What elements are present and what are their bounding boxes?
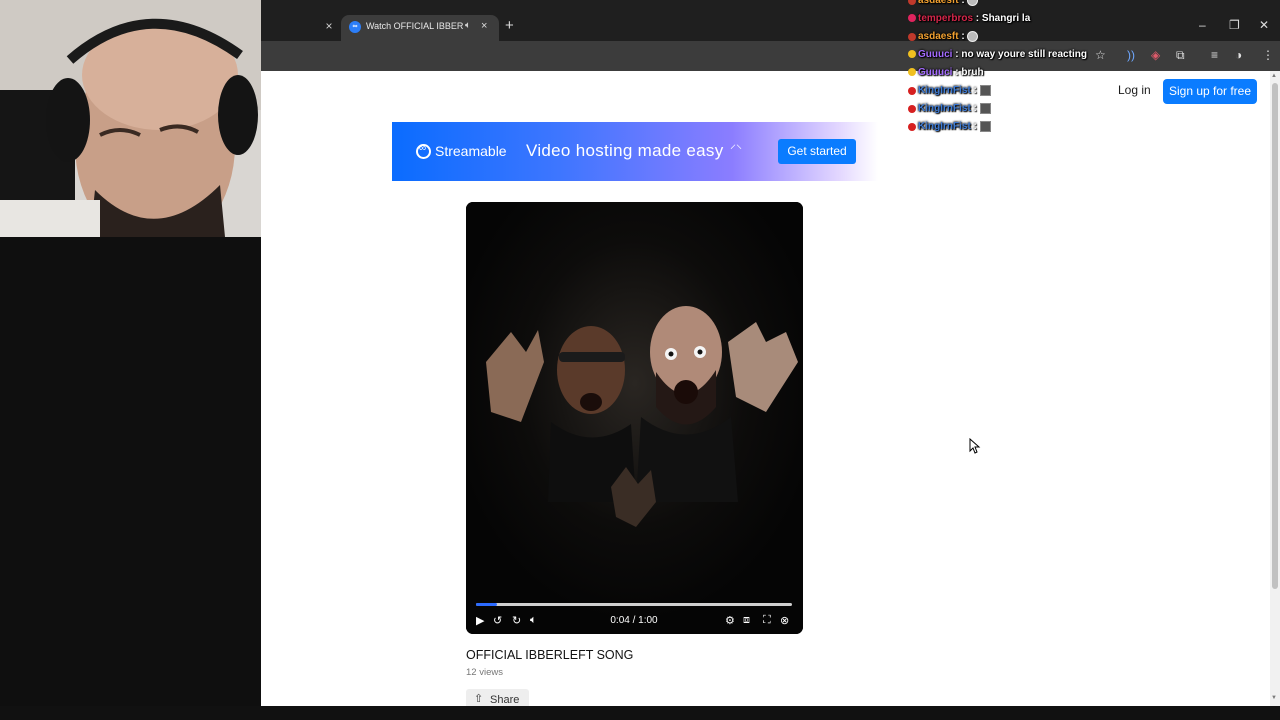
chat-separator: : xyxy=(970,103,980,115)
rewind-icon[interactable]: ↺ xyxy=(493,614,502,627)
scroll-up-icon[interactable]: ▲ xyxy=(1271,73,1277,79)
signup-button[interactable]: Sign up for free xyxy=(1163,79,1257,104)
chat-overlay: asdaesft : temperbros : Shangri la asdaes… xyxy=(908,0,1148,139)
streamable-watermark-icon[interactable]: ⊗ xyxy=(780,614,789,627)
chat-message: KingIrnFist : xyxy=(908,121,1148,139)
streamable-logo-icon xyxy=(416,143,431,159)
chat-username[interactable]: KingIrnFist xyxy=(918,103,971,114)
chat-separator: : xyxy=(958,31,968,43)
tab-title: Watch OFFICIAL IBBERLEFT xyxy=(366,21,464,31)
chat-emote-icon xyxy=(967,31,979,42)
chat-text: bruh xyxy=(961,67,984,78)
chat-badge-icon xyxy=(908,14,916,23)
scrollbar-thumb[interactable] xyxy=(1272,83,1278,589)
video-title: OFFICIAL IBBERLEFT SONG xyxy=(466,648,634,662)
chat-separator: : xyxy=(973,13,982,24)
chat-text: no way youre still reacting xyxy=(961,49,1087,60)
view-count: 12 views xyxy=(466,667,503,678)
forward-icon[interactable]: ↻ xyxy=(512,614,521,627)
chat-badge-icon xyxy=(908,32,916,41)
chat-separator: : xyxy=(970,121,980,133)
chat-message: Guuuci : bruh xyxy=(908,67,1148,85)
video-time: 0:04 / 1:00 xyxy=(610,615,658,626)
play-icon[interactable]: ▶ xyxy=(476,614,484,627)
video-player[interactable]: ▶ ↺ ↻ 🔈︎ 0:04 / 1:00 ⚙ ⧈ ⛶ ⊗ xyxy=(466,202,803,634)
chat-badge-icon xyxy=(908,104,916,113)
chat-emote-icon xyxy=(979,121,991,132)
extension-shield-icon[interactable]: ◈ xyxy=(1151,48,1160,62)
settings-gear-icon[interactable]: ⚙ xyxy=(725,614,735,627)
restore-button[interactable]: ❐ xyxy=(1229,18,1240,32)
chat-emote-icon xyxy=(979,103,991,114)
chat-username[interactable]: asdaesft xyxy=(918,0,959,6)
taskbar-strip xyxy=(0,706,1280,720)
chat-message: Guuuci : no way youre still reacting xyxy=(908,49,1148,67)
get-started-button[interactable]: Get started xyxy=(778,139,856,164)
streamable-ad-banner[interactable]: Streamable Video hosting made easy ⸝⸜ Ge… xyxy=(392,122,878,181)
close-window-button[interactable]: ✕ xyxy=(1259,18,1269,32)
tab-close-icon[interactable]: × xyxy=(481,20,487,32)
chat-username[interactable]: asdaesft xyxy=(918,31,959,42)
tab-audio-icon[interactable]: 🔈︎ xyxy=(465,20,471,31)
profile-avatar-icon[interactable]: ◑ xyxy=(1235,48,1242,62)
webcam-feed xyxy=(0,0,261,237)
share-button[interactable]: ⇧ Share xyxy=(466,689,529,706)
fullscreen-icon[interactable]: ⛶ xyxy=(763,614,771,627)
chat-username[interactable]: Guuuci xyxy=(918,67,952,78)
sparkle-icon: ⸝⸜ xyxy=(730,137,743,151)
page-scrollbar[interactable]: ▲ ▼ xyxy=(1270,71,1280,706)
video-progress-fill xyxy=(476,603,498,606)
video-frame xyxy=(466,202,803,634)
chat-emote-icon xyxy=(967,0,979,6)
share-label: Share xyxy=(490,694,520,706)
video-progress-bar[interactable] xyxy=(476,603,792,606)
chat-username[interactable]: temperbros xyxy=(918,13,973,24)
streamable-page: Log in Sign up for free Streamable Video… xyxy=(261,71,1270,706)
volume-icon[interactable]: 🔈︎ xyxy=(530,614,537,627)
mouse-cursor-icon xyxy=(969,438,981,454)
chat-message: asdaesft : xyxy=(908,31,1148,49)
banner-brand: Streamable xyxy=(435,143,507,159)
chat-badge-icon xyxy=(908,50,916,59)
chat-badge-icon xyxy=(908,68,916,77)
chat-badge-icon xyxy=(908,0,916,5)
minimize-button[interactable]: – xyxy=(1199,18,1206,32)
chat-message: KingIrnFist : xyxy=(908,103,1148,121)
scroll-down-icon[interactable]: ▼ xyxy=(1271,695,1277,701)
chat-separator: : xyxy=(952,49,962,60)
chat-separator: : xyxy=(952,67,962,78)
chat-separator: : xyxy=(958,0,968,7)
streamer-webcam xyxy=(0,0,261,237)
banner-headline: Video hosting made easy xyxy=(526,141,724,160)
share-icon: ⇧ xyxy=(474,693,484,705)
new-tab-button[interactable]: + xyxy=(505,18,514,34)
media-queue-icon[interactable]: ≡ xyxy=(1211,48,1218,62)
browser-menu-icon[interactable]: ⋮ xyxy=(1262,48,1274,62)
chat-badge-icon xyxy=(908,86,916,95)
chat-emote-icon xyxy=(979,85,991,96)
extensions-puzzle-icon[interactable]: ⧉ xyxy=(1176,48,1185,63)
chat-username[interactable]: KingIrnFist xyxy=(918,85,971,96)
streamable-favicon-icon: ∞ xyxy=(349,21,361,33)
chat-badge-icon xyxy=(908,122,916,131)
chat-message: temperbros : Shangri la xyxy=(908,13,1148,31)
active-tab[interactable]: ∞ Watch OFFICIAL IBBERLEFT 🔈︎ × xyxy=(341,15,499,41)
chat-separator: : xyxy=(970,85,980,97)
previous-tab-close-icon[interactable]: × xyxy=(322,19,336,33)
picture-in-picture-icon[interactable]: ⧈ xyxy=(743,614,750,627)
chat-username[interactable]: Guuuci xyxy=(918,49,952,60)
chat-message: KingIrnFist : xyxy=(908,85,1148,103)
chat-username[interactable]: KingIrnFist xyxy=(918,121,971,132)
chat-message: asdaesft : xyxy=(908,0,1148,13)
chat-text: Shangri la xyxy=(981,13,1031,24)
